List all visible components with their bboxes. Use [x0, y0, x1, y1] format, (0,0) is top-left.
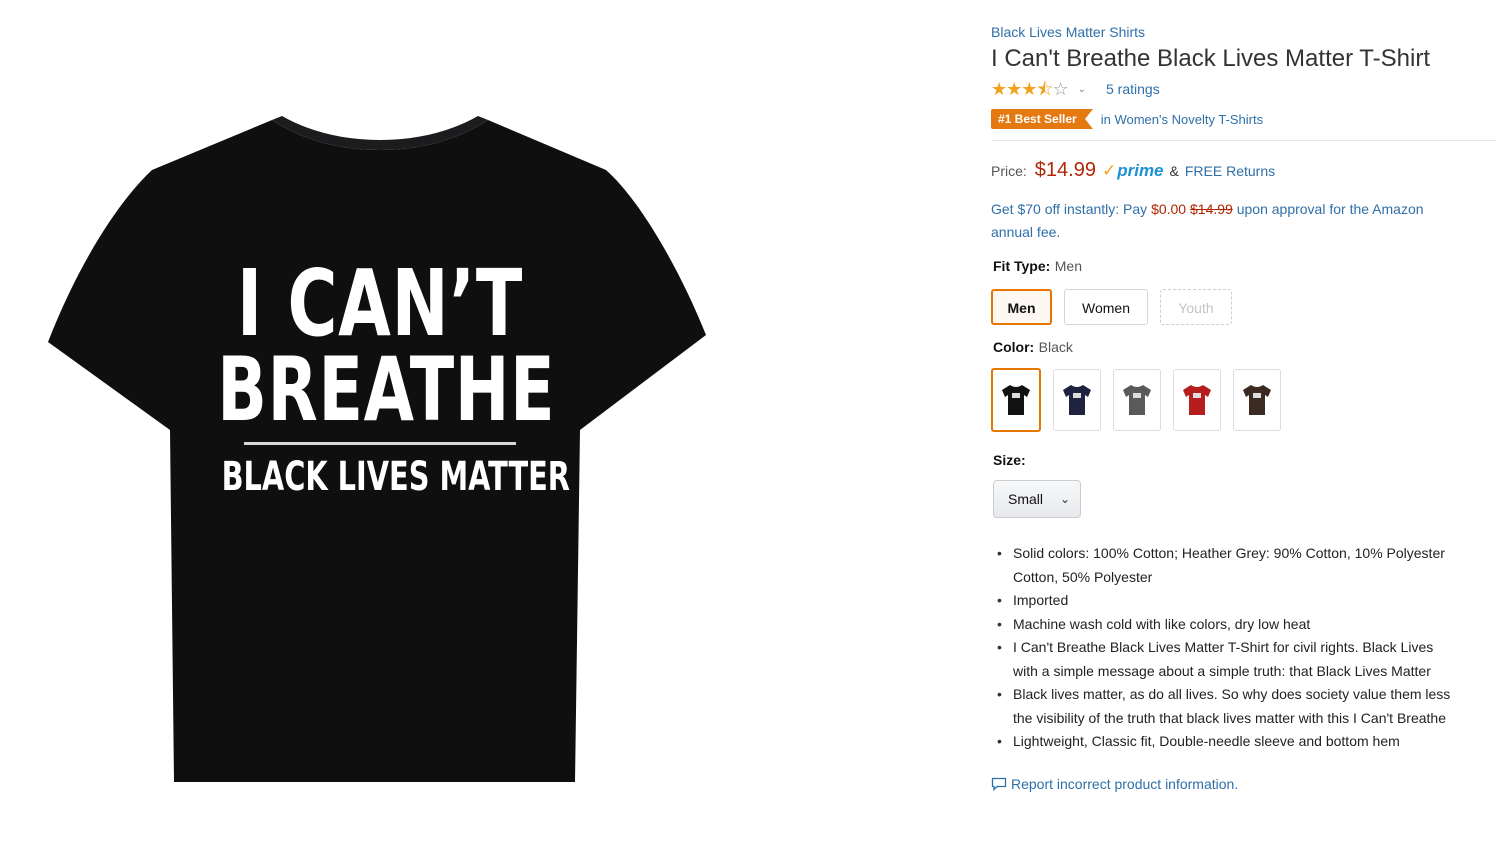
ratings-count-link[interactable]: 5 ratings: [1106, 81, 1160, 97]
shirt-thumbnail-icon: [1243, 385, 1271, 415]
color-swatch-navy[interactable]: [1053, 369, 1101, 431]
fit-option-women[interactable]: Women: [1064, 289, 1148, 325]
star-full-icon: ★: [1006, 79, 1022, 99]
bullet-line: the visibility of the truth that black l…: [1013, 709, 1446, 726]
best-seller-badge: #1 Best Seller: [991, 109, 1093, 129]
list-item: Lightweight, Classic fit, Double-needle …: [991, 730, 1496, 754]
bullet-line: Black lives matter, as do all lives. So …: [1013, 686, 1451, 702]
list-item: Solid colors: 100% Cotton; Heather Grey:…: [991, 542, 1496, 589]
price-value: $14.99: [1034, 159, 1096, 181]
promo-text-1: Get $70 off instantly: Pay: [991, 201, 1152, 217]
print-line-3: BLACK LIVES MATTER: [221, 454, 570, 500]
fit-type-selected: Men: [1054, 258, 1082, 274]
list-item: Black lives matter, as do all lives. So …: [991, 683, 1496, 730]
bullet-line: Lightweight, Classic fit, Double-needle …: [1013, 733, 1400, 749]
print-line-2: BREATHE: [217, 338, 556, 441]
feature-bullets: Solid colors: 100% Cotton; Heather Grey:…: [991, 542, 1496, 754]
star-half-icon: ⯪: [1036, 79, 1053, 99]
star-full-icon: ★: [991, 79, 1007, 99]
rating-row: ★ ★ ★ ⯪ ☆ ⌄ 5 ratings: [991, 78, 1496, 100]
color-swatches: [991, 368, 1496, 432]
size-heading: Size:: [993, 452, 1026, 468]
promo-text-2: upon approval for the Amazon: [1232, 201, 1424, 217]
color-label: Color: Black: [991, 339, 1496, 357]
color-swatch-grey[interactable]: [1113, 369, 1161, 431]
fit-option-youth[interactable]: Youth: [1160, 289, 1232, 325]
bullet-line: I Can't Breathe Black Lives Matter T-Shi…: [1013, 639, 1434, 655]
size-dropdown[interactable]: Small ⌄: [993, 480, 1081, 518]
bullet-line: with a simple message about a simple tru…: [1013, 662, 1431, 679]
color-swatch-red[interactable]: [1173, 369, 1221, 431]
print-divider: [244, 442, 516, 445]
price-row: Price: $14.99 ✓prime & FREE Returns: [991, 159, 1496, 182]
report-incorrect-info-link[interactable]: Report incorrect product information.: [991, 776, 1496, 792]
bullet-line: Solid colors: 100% Cotton; Heather Grey:…: [1013, 545, 1445, 561]
report-label: Report incorrect product information.: [1011, 775, 1239, 792]
list-item: I Can't Breathe Black Lives Matter T-Shi…: [991, 636, 1496, 683]
prime-badge: ✓prime: [1102, 161, 1164, 181]
star-empty-icon: ☆: [1052, 79, 1068, 99]
print-line-1: I CAN’T: [236, 250, 524, 357]
best-seller-row: #1 Best Seller in Women's Novelty T-Shir…: [991, 108, 1496, 130]
color-selected: Black: [1038, 339, 1073, 355]
free-returns-link[interactable]: FREE Returns: [1185, 163, 1275, 179]
prime-label: prime: [1117, 161, 1164, 180]
color-heading: Color:: [993, 339, 1035, 355]
star-rating[interactable]: ★ ★ ★ ⯪ ☆: [991, 79, 1069, 99]
bullet-line: Imported: [1013, 592, 1069, 608]
prime-amp: &: [1169, 163, 1179, 179]
fit-option-men[interactable]: Men: [991, 289, 1052, 325]
promo-pay-amount: $0.00: [1151, 201, 1187, 217]
prime-check-icon: ✓: [1101, 161, 1117, 180]
size-label: Size:: [991, 452, 1496, 470]
bullet-line: Machine wash cold with like colors, dry …: [1013, 615, 1311, 632]
chevron-down-icon[interactable]: ⌄: [1078, 84, 1086, 95]
star-full-icon: ★: [1021, 79, 1037, 99]
credit-card-promo[interactable]: Get $70 off instantly: Pay $0.00 $14.99 …: [991, 198, 1496, 244]
speech-bubble-icon: [991, 777, 1007, 791]
size-selected: Small: [1008, 491, 1044, 507]
promo-text-3: annual fee.: [991, 224, 1061, 240]
color-swatch-brown[interactable]: [1233, 369, 1281, 431]
divider: [991, 140, 1496, 141]
shirt-thumbnail-icon: [1183, 385, 1211, 415]
promo-strike-price: $14.99: [1190, 201, 1233, 217]
price-label: Price:: [991, 163, 1027, 179]
product-image[interactable]: I CAN’T BREATHE BLACK LIVES MATTER: [0, 0, 760, 841]
shirt-thumbnail-icon: [1002, 385, 1030, 415]
fit-type-label: Fit Type: Men: [991, 258, 1496, 276]
shirt-thumbnail-icon: [1123, 385, 1151, 415]
color-swatch-black[interactable]: [991, 368, 1041, 432]
product-detail-panel: Black Lives Matter Shirts I Can't Breath…: [991, 22, 1496, 841]
fit-type-options: Men Women Youth: [991, 289, 1496, 325]
chevron-down-icon: ⌄: [1059, 492, 1070, 506]
shirt-thumbnail-icon: [1063, 385, 1091, 415]
best-seller-category-link[interactable]: in Women's Novelty T-Shirts: [1101, 112, 1263, 127]
brand-link[interactable]: Black Lives Matter Shirts: [991, 22, 1496, 42]
product-title: I Can't Breathe Black Lives Matter T-Shi…: [991, 45, 1430, 72]
shirt-print: I CAN’T BREATHE BLACK LIVES MATTER: [160, 250, 600, 500]
list-item: Imported: [991, 589, 1496, 613]
fit-type-heading: Fit Type:: [993, 258, 1051, 274]
list-item: Machine wash cold with like colors, dry …: [991, 613, 1496, 637]
bullet-line: Cotton, 50% Polyester: [1013, 568, 1153, 585]
